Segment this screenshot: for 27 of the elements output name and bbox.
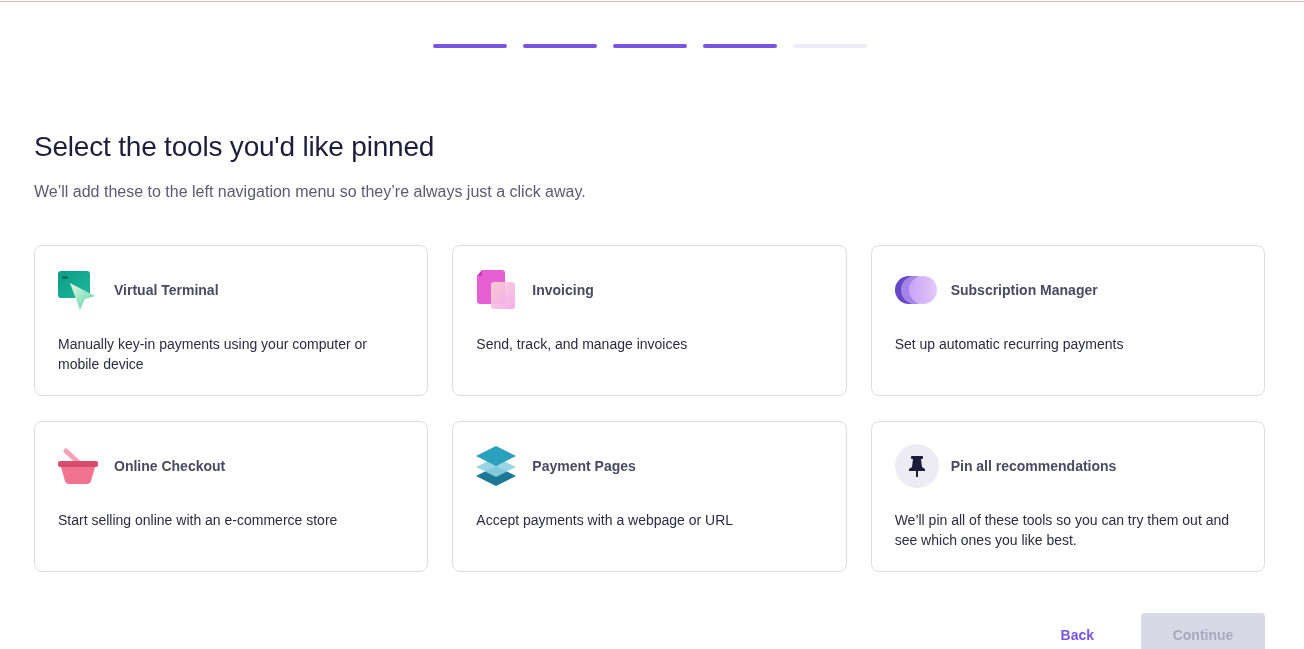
- page-subtitle: We’ll add these to the left navigation menu so they’re always just a click away.: [34, 182, 587, 202]
- tool-card[interactable]: Payment Pages Accept payments with a webpage or URL: [452, 421, 847, 572]
- layers-icon: [476, 446, 517, 486]
- tool-title: Pin all recommendations: [950, 458, 1117, 474]
- tool-card[interactable]: Subscription Manager Set up automatic recurring payments: [870, 245, 1265, 396]
- pushpin-icon: [894, 444, 939, 488]
- circles-icon: [894, 276, 937, 304]
- tool-title: Payment Pages: [532, 458, 636, 474]
- back-button[interactable]: Back: [1043, 613, 1111, 649]
- tool-card[interactable]: Virtual Terminal Manually key-in payments using your computer or mobile device: [34, 245, 429, 396]
- tool-title: Virtual Terminal: [114, 282, 219, 298]
- tool-title: Invoicing: [532, 282, 594, 298]
- tool-description: We’ll pin all of these tools so you can try them out and see which ones you like best.: [894, 511, 1231, 550]
- tool-description: Manually key-in payments using your computer or mobile device: [58, 335, 368, 374]
- basket-icon: [58, 448, 98, 484]
- page-title: Select the tools you'd like pinned: [34, 130, 436, 164]
- tool-description: Accept payments with a webpage or URL: [476, 511, 735, 530]
- tool-title: Online Checkout: [114, 458, 226, 474]
- tool-description: Set up automatic recurring payments: [894, 335, 1125, 354]
- card-cursor-icon: [58, 270, 96, 310]
- tool-card[interactable]: Pin all recommendations We’ll pin all of these tools so you can try them out and see which ones you like best.: [870, 421, 1265, 572]
- documents-icon: [476, 270, 517, 310]
- tool-card[interactable]: Online Checkout Start selling online with an e-commerce store: [34, 421, 429, 572]
- tool-description: Start selling online with an e-commerce store: [58, 511, 339, 530]
- tool-description: Send, track, and manage invoices: [476, 335, 689, 354]
- tool-title: Subscription Manager: [950, 282, 1098, 298]
- tool-card[interactable]: Invoicing Send, track, and manage invoices: [452, 245, 847, 396]
